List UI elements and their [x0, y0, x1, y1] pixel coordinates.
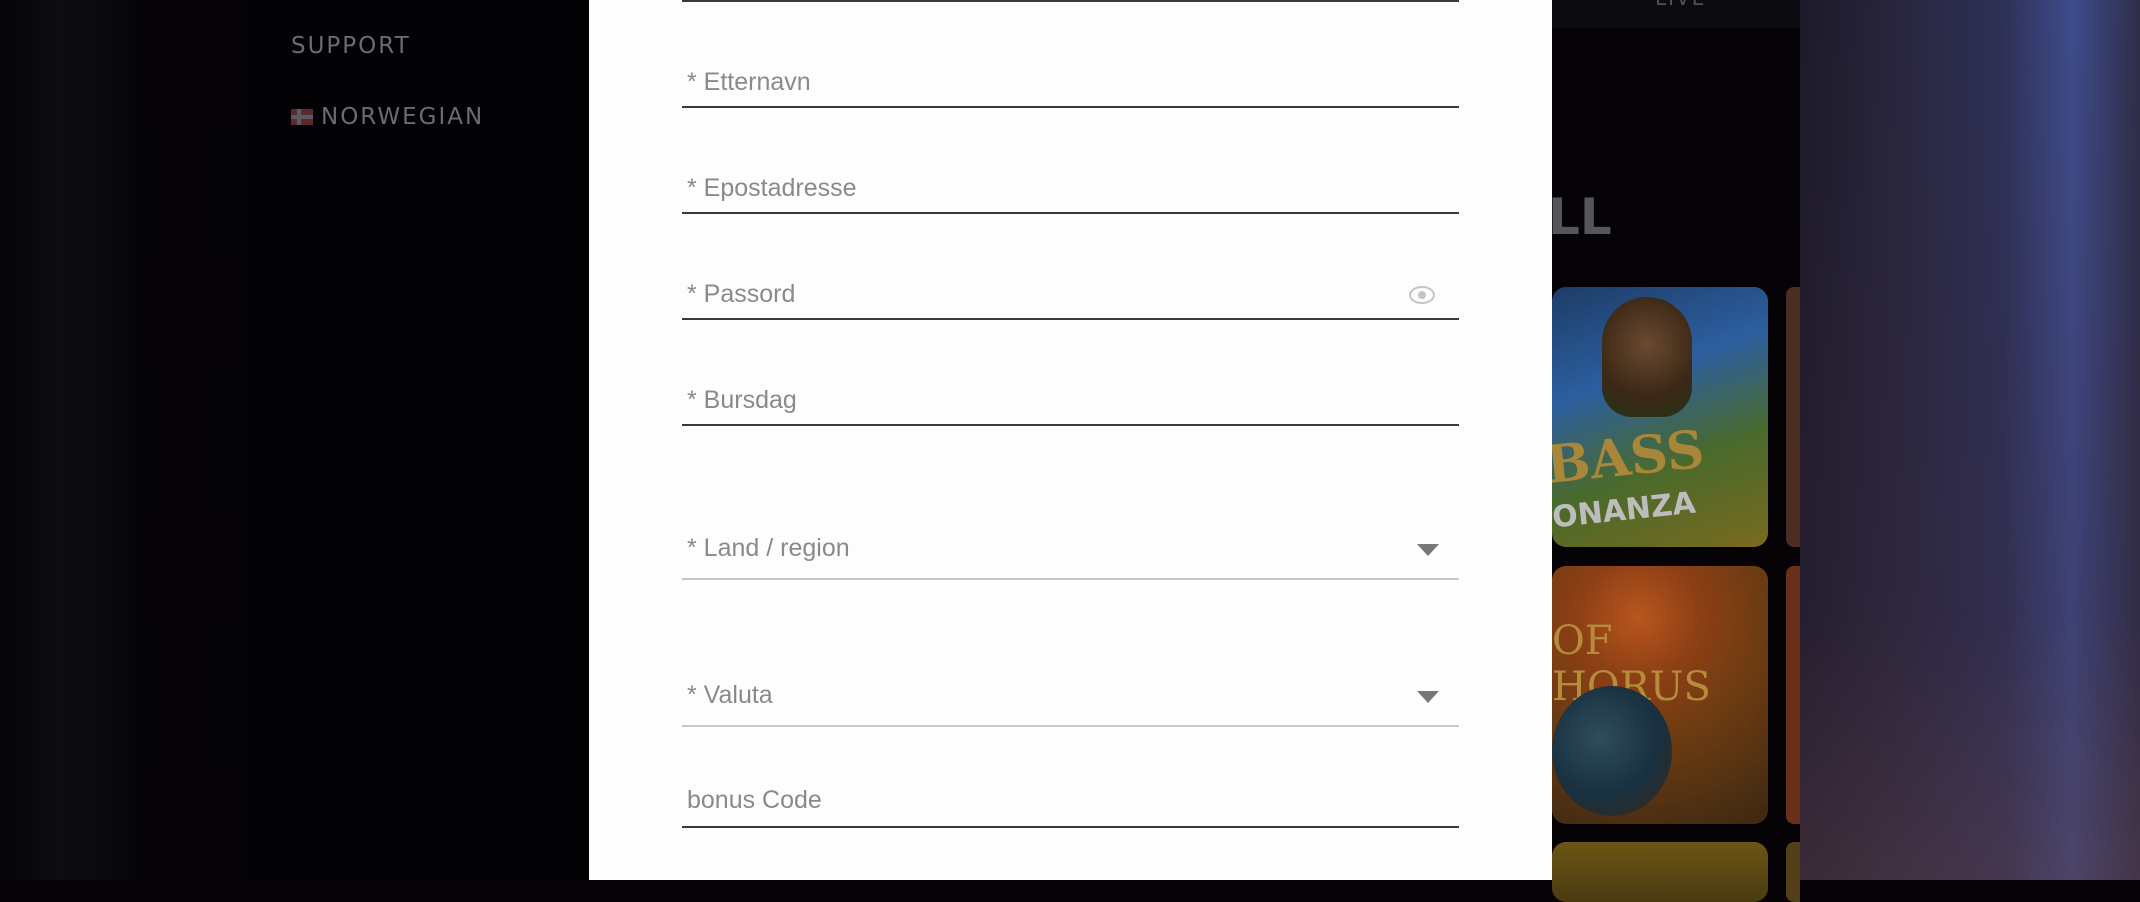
- side-menu-item-label: SUPPORT: [291, 33, 411, 59]
- chevron-down-icon[interactable]: [1417, 544, 1439, 556]
- eye-icon[interactable]: [1409, 286, 1435, 304]
- game-title: BASS: [1552, 418, 1708, 497]
- country-select[interactable]: * Land / region: [682, 530, 1459, 580]
- last-name-field[interactable]: * Etternavn: [682, 66, 1459, 110]
- field-underline: [682, 424, 1459, 426]
- field-underline: [682, 106, 1459, 108]
- currency-select[interactable]: * Valuta: [682, 677, 1459, 727]
- field-underline: [682, 578, 1459, 580]
- nav-item-live[interactable]: LIVE: [1655, 0, 1706, 10]
- side-menu-panel: [250, 0, 590, 880]
- game-tile-horus[interactable]: OF HORUS: [1552, 566, 1768, 824]
- field-label: * Etternavn: [687, 68, 811, 96]
- side-menu-item-language[interactable]: NORWEGIAN: [291, 104, 484, 130]
- background-blur-panel: [1800, 0, 2140, 880]
- game-tile[interactable]: [1786, 566, 1800, 824]
- chevron-down-icon[interactable]: [1417, 691, 1439, 703]
- field-underline: [682, 725, 1459, 727]
- birthday-field[interactable]: * Bursdag: [682, 384, 1459, 428]
- game-tile[interactable]: [1786, 842, 1800, 902]
- field-label: bonus Code: [687, 786, 822, 814]
- side-menu-item-support[interactable]: SUPPORT: [291, 33, 411, 59]
- side-menu-item-label: NORWEGIAN: [321, 104, 485, 130]
- field-underline: [682, 318, 1459, 320]
- game-tile[interactable]: [1786, 287, 1800, 547]
- bonus-code-field[interactable]: bonus Code: [682, 786, 1459, 830]
- field-label: * Valuta: [687, 681, 773, 709]
- email-field[interactable]: * Epostadresse: [682, 172, 1459, 216]
- game-art: [1602, 297, 1692, 417]
- password-field[interactable]: * Passord: [682, 278, 1459, 322]
- field-label: * Land / region: [687, 534, 850, 562]
- field-underline: [682, 212, 1459, 214]
- section-heading: LL: [1548, 188, 1612, 246]
- norway-flag-icon: [291, 109, 313, 125]
- field-underline: [682, 826, 1459, 828]
- field-label: * Epostadresse: [687, 174, 857, 202]
- field-underline: [682, 0, 1459, 2]
- game-tile[interactable]: [1552, 842, 1768, 902]
- field-label: * Passord: [687, 280, 796, 308]
- game-tile-big-bass[interactable]: BASS ONANZA: [1552, 287, 1768, 547]
- registration-modal: [589, 0, 1552, 880]
- field-label: * Bursdag: [687, 386, 797, 414]
- first-name-field[interactable]: [682, 0, 1459, 3]
- game-art: [1552, 686, 1672, 816]
